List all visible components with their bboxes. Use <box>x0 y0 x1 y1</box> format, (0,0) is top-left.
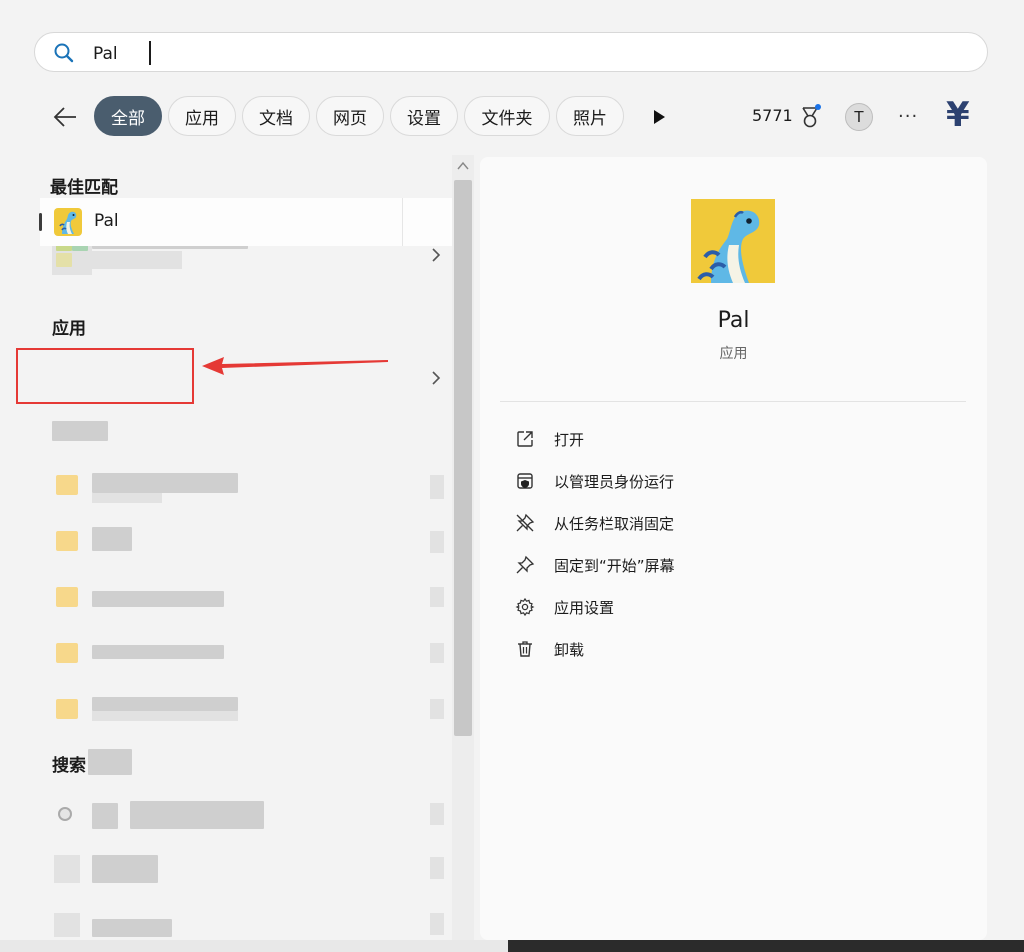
back-button[interactable] <box>50 102 80 132</box>
annotation-arrow-icon <box>202 357 388 375</box>
annotation-highlight-box <box>16 348 194 404</box>
scrollbar-thumb[interactable] <box>454 180 472 736</box>
action-run-as-admin[interactable]: 以管理员身份运行 <box>512 468 674 494</box>
yen-icon[interactable]: ¥ <box>946 95 970 135</box>
section-documents-blurred <box>52 421 108 441</box>
pal-app-icon <box>54 208 82 236</box>
action-label: 从任务栏取消固定 <box>554 514 675 533</box>
notification-dot <box>815 104 821 110</box>
arrow-left-icon <box>53 107 76 127</box>
scroll-up-arrow-icon[interactable] <box>456 160 470 172</box>
tab-apps[interactable]: 应用 <box>168 96 236 136</box>
text-caret <box>149 41 151 65</box>
taskbar-edge <box>508 940 1024 952</box>
tab-all[interactable]: 全部 <box>94 96 162 136</box>
shield-icon <box>512 468 538 494</box>
pal-app-icon-large <box>691 199 775 283</box>
section-search: 搜索 <box>52 756 86 776</box>
detail-app-type: 应用 <box>719 346 748 362</box>
action-pin-start[interactable]: 固定到“开始”屏幕 <box>512 552 675 578</box>
action-label: 打开 <box>554 430 585 449</box>
tab-photos[interactable]: 照片 <box>556 96 624 136</box>
row-divider <box>402 198 403 246</box>
tab-folders[interactable]: 文件夹 <box>464 96 550 136</box>
tab-web[interactable]: 网页 <box>316 96 384 136</box>
action-unpin-taskbar[interactable]: 从任务栏取消固定 <box>512 510 674 536</box>
divider <box>500 401 966 402</box>
action-label: 固定到“开始”屏幕 <box>554 556 675 575</box>
more-options-button[interactable]: ··· <box>898 106 918 127</box>
play-right-icon[interactable] <box>651 108 667 126</box>
trash-icon <box>512 636 538 662</box>
results-list: 最佳匹配 应用 搜索 <box>0 155 476 952</box>
detail-app-name: Pal <box>717 308 750 333</box>
chevron-right-icon <box>432 248 441 262</box>
section-best-match: 最佳匹配 <box>50 178 118 198</box>
action-label: 以管理员身份运行 <box>554 472 675 491</box>
pin-icon <box>512 552 538 578</box>
section-apps: 应用 <box>52 319 86 339</box>
chevron-right-icon[interactable] <box>428 370 444 386</box>
search-input[interactable] <box>91 40 955 68</box>
tab-documents[interactable]: 文档 <box>242 96 310 136</box>
action-uninstall[interactable]: 卸载 <box>512 636 584 662</box>
search-icon <box>54 43 74 63</box>
selection-indicator <box>39 213 42 231</box>
action-label: 卸载 <box>554 640 585 659</box>
avatar[interactable]: T <box>845 103 873 131</box>
action-label: 应用设置 <box>554 598 615 617</box>
tab-settings[interactable]: 设置 <box>390 96 458 136</box>
action-app-settings[interactable]: 应用设置 <box>512 594 614 620</box>
unpin-icon <box>512 510 538 536</box>
blurred-text <box>88 749 132 775</box>
app-result-label: Pal <box>94 211 119 231</box>
rewards-points[interactable]: 5771 <box>752 106 793 125</box>
action-open[interactable]: 打开 <box>512 426 584 452</box>
search-bar[interactable] <box>34 32 988 72</box>
open-external-icon <box>512 426 538 452</box>
gear-icon <box>512 594 538 620</box>
